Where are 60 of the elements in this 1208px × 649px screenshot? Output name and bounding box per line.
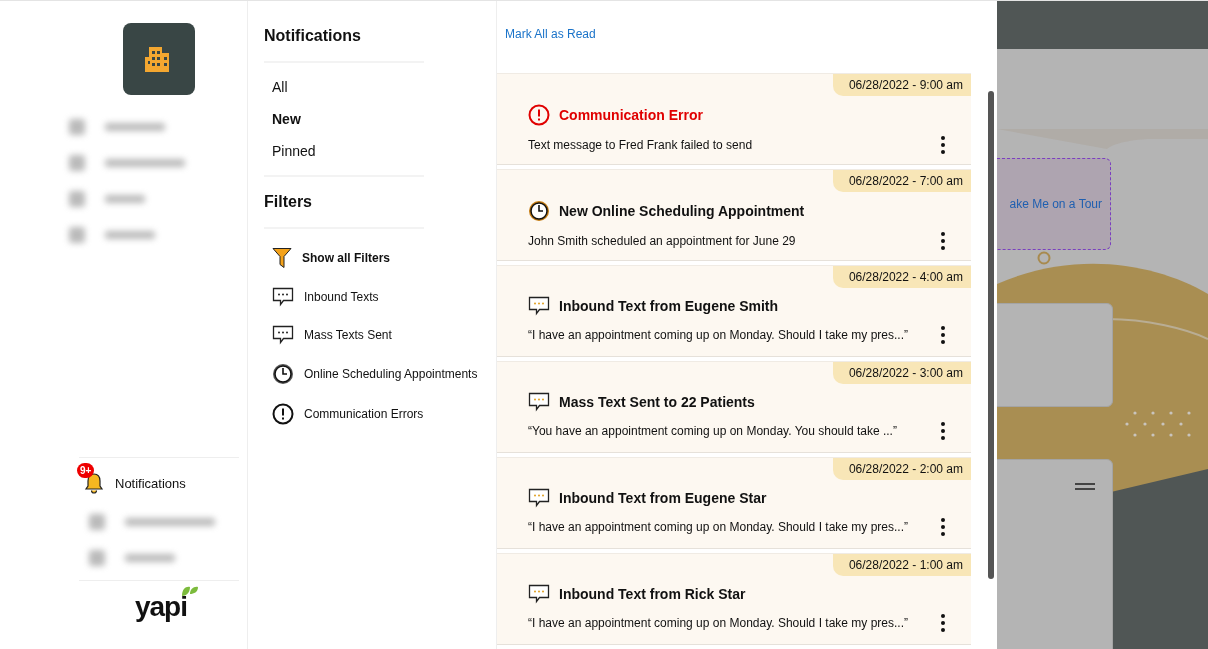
clock-icon xyxy=(528,200,550,222)
funnel-icon xyxy=(272,247,292,269)
chat-bubble-icon xyxy=(528,488,550,508)
timestamp-tag: 06/28/2022 - 1:00 am xyxy=(832,554,971,576)
panel-heading: Notifications xyxy=(264,27,424,63)
notification-message: “I have an appointment coming up on Monday. Should I take my pres...” xyxy=(528,520,908,534)
notification-card[interactable]: 06/28/2022 - 2:00 am Inbound Text from Eugene Star “I have an appointment coming up on Monday. Should I take my pres...” xyxy=(497,457,971,549)
notification-title: Inbound Text from Eugene Smith xyxy=(559,298,779,314)
chat-bubble-icon xyxy=(528,296,550,316)
menu-icon xyxy=(1075,483,1095,491)
timestamp-tag: 06/28/2022 - 3:00 am xyxy=(832,362,971,384)
notification-title: Mass Text Sent to 22 Patients xyxy=(559,394,755,410)
mark-all-read-link[interactable]: Mark All as Read xyxy=(505,27,596,41)
timestamp-tag: 06/28/2022 - 2:00 am xyxy=(832,458,971,480)
filter-option[interactable]: Communication Errors xyxy=(272,403,496,425)
filter-option[interactable]: Mass Texts Sent xyxy=(272,325,496,345)
view-tab[interactable]: New xyxy=(272,111,424,127)
count-badge: 9+ xyxy=(77,463,95,478)
chat-bubble-icon xyxy=(272,287,294,307)
clock-icon xyxy=(272,363,294,385)
notification-message: “You have an appointment coming up on Monday. You should take ...” xyxy=(528,424,897,438)
chat-bubble-icon xyxy=(528,584,550,604)
alert-icon xyxy=(272,403,294,425)
notification-title: Communication Error xyxy=(559,107,703,123)
bell-icon xyxy=(83,472,105,494)
more-icon xyxy=(941,422,945,440)
notification-card[interactable]: 06/28/2022 - 9:00 am Communication Error Text message to Fred Frank failed to send xyxy=(497,73,971,165)
more-icon xyxy=(941,614,945,632)
more-icon xyxy=(941,136,945,154)
more-icon xyxy=(941,232,945,250)
notification-message: Text message to Fred Frank failed to send xyxy=(528,138,753,152)
view-tab[interactable]: All xyxy=(272,79,424,95)
leaf-icon xyxy=(181,585,199,597)
notification-card[interactable]: 06/28/2022 - 3:00 am Mass Text Sent to 22 Patients “You have an appointment coming up on Monday. You should take ...” xyxy=(497,361,971,453)
filter-option[interactable]: Inbound Texts xyxy=(272,287,496,307)
notification-title: Inbound Text from Rick Star xyxy=(559,586,746,602)
more-icon xyxy=(941,326,945,344)
scrollbar[interactable] xyxy=(988,91,994,579)
chat-bubble-icon xyxy=(272,325,294,345)
notification-title: New Online Scheduling Appointment xyxy=(559,203,805,219)
notification-title: Inbound Text from Eugene Star xyxy=(559,490,767,506)
building-logo[interactable] xyxy=(123,23,195,95)
timestamp-tag: 06/28/2022 - 4:00 am xyxy=(832,266,971,288)
timestamp-tag: 06/28/2022 - 7:00 am xyxy=(832,170,971,192)
ring-icon xyxy=(1037,251,1051,265)
view-tab[interactable]: Pinned xyxy=(272,143,424,159)
filter-option[interactable]: Show all Filters xyxy=(272,247,496,269)
notification-card[interactable]: 06/28/2022 - 4:00 am Inbound Text from Eugene Smith “I have an appointment coming up on Monday. Should I take my pres...” xyxy=(497,265,971,357)
section-heading: Filters xyxy=(264,193,424,229)
notification-message: “I have an appointment coming up on Monday. Should I take my pres...” xyxy=(528,616,908,630)
filter-option[interactable]: Online Scheduling Appointments xyxy=(272,363,496,385)
alert-icon xyxy=(528,104,550,126)
timestamp-tag: 06/28/2022 - 9:00 am xyxy=(832,74,971,96)
notification-card[interactable]: 06/28/2022 - 1:00 am Inbound Text from Rick Star “I have an appointment coming up on Monday. Should I take my pres...” xyxy=(497,553,971,645)
more-icon xyxy=(941,518,945,536)
brand-logo: yapi xyxy=(134,591,187,623)
notification-message: John Smith scheduled an appointment for June 29 xyxy=(528,234,796,248)
chat-bubble-icon xyxy=(528,392,550,412)
notification-message: “I have an appointment coming up on Monday. Should I take my pres...” xyxy=(528,328,908,342)
notification-card[interactable]: 06/28/2022 - 7:00 am New Online Scheduling Appointment John Smith scheduled an appointment for June 29 xyxy=(497,169,971,261)
